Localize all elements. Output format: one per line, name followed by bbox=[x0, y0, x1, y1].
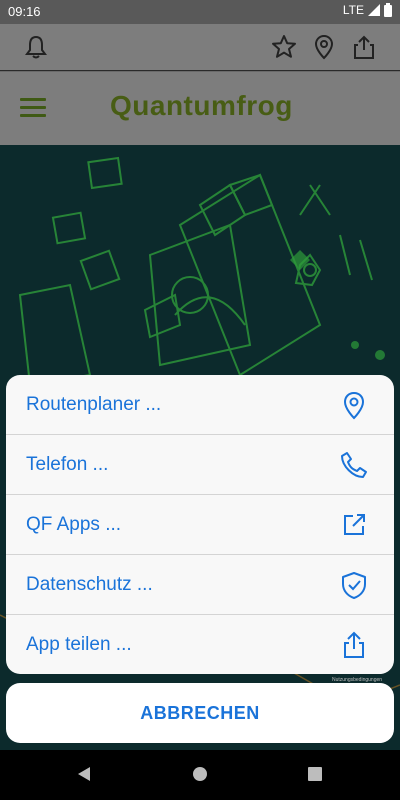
share-icon bbox=[338, 629, 370, 661]
menu-item-label: QF Apps ... bbox=[26, 513, 122, 535]
menu-icon[interactable] bbox=[20, 98, 46, 118]
menu-item-telefon[interactable]: Telefon ... bbox=[6, 435, 394, 495]
menu-item-app-teilen[interactable]: App teilen ... bbox=[6, 615, 394, 674]
menu-item-label: Datenschutz ... bbox=[26, 573, 153, 595]
cancel-button[interactable]: ABBRECHEN bbox=[6, 683, 394, 743]
status-time: 09:16 bbox=[8, 4, 41, 19]
signal-icon bbox=[368, 4, 380, 16]
navigation-bar bbox=[0, 750, 400, 800]
location-pin-icon[interactable] bbox=[310, 33, 338, 61]
menu-item-datenschutz[interactable]: Datenschutz ... bbox=[6, 555, 394, 615]
back-icon[interactable] bbox=[76, 765, 92, 783]
battery-icon bbox=[384, 3, 392, 17]
menu-item-routenplaner[interactable]: Routenplaner ... bbox=[6, 375, 394, 435]
action-sheet: Routenplaner ... Telefon ... QF Apps ...… bbox=[6, 375, 394, 674]
menu-item-label: Routenplaner ... bbox=[26, 393, 162, 415]
menu-item-label: App teilen ... bbox=[26, 633, 132, 655]
status-icons: LTE bbox=[343, 3, 392, 17]
app-header: Quantumfrog bbox=[0, 71, 400, 146]
top-toolbar bbox=[0, 24, 400, 70]
phone-icon bbox=[338, 449, 370, 481]
menu-item-label: Telefon ... bbox=[26, 453, 109, 475]
bell-icon[interactable] bbox=[22, 33, 50, 61]
external-link-icon bbox=[338, 509, 370, 541]
recents-icon[interactable] bbox=[307, 765, 323, 783]
logo: Quantumfrog bbox=[110, 90, 293, 121]
menu-item-qf-apps[interactable]: QF Apps ... bbox=[6, 495, 394, 555]
network-type: LTE bbox=[342, 3, 364, 17]
shield-check-icon bbox=[338, 569, 370, 601]
status-bar: 09:16 LTE bbox=[0, 0, 400, 24]
location-pin-icon bbox=[338, 389, 370, 421]
share-icon[interactable] bbox=[350, 33, 378, 61]
star-icon[interactable] bbox=[270, 33, 298, 61]
home-icon[interactable] bbox=[192, 765, 208, 783]
